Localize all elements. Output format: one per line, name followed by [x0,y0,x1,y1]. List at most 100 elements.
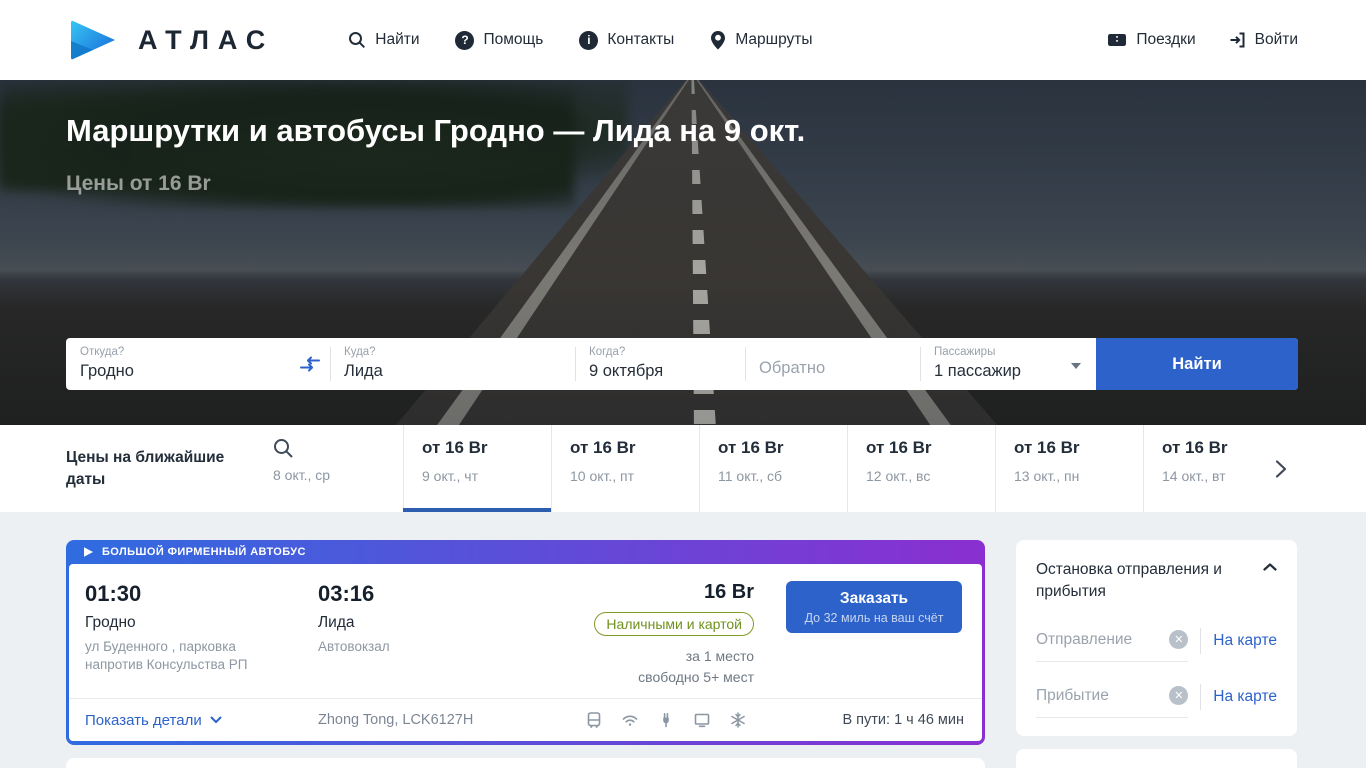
tab-date: 12 окт., вс [866,468,931,484]
date-tab-oct8[interactable]: 8 окт., ср [255,425,403,512]
nav-label: Найти [375,31,420,48]
tab-date: 13 окт., пн [1014,468,1080,484]
help-icon: ? [455,30,475,50]
trip-card: БОЛЬШОЙ ФИРМЕННЫЙ АВТОБУС 01:30 Гродно у… [66,540,985,745]
date-price-strip: Цены на ближайшие даты 8 окт., ср от 16 … [0,425,1366,512]
nav-label: Маршруты [735,31,813,48]
from-field[interactable]: Откуда? Гродно [66,338,330,390]
per-seat-note: за 1 место [685,648,754,664]
bus-icon [585,711,603,729]
departure-stop: ул Буденного , парковка напротив Консуль… [85,639,248,673]
tab-price: от 16 Br [1162,438,1228,457]
departure-time: 01:30 [85,581,142,606]
tab-date: 9 окт., чт [422,468,478,484]
to-label: Куда? [344,346,376,358]
search-icon [348,31,366,49]
play-icon [82,546,94,558]
ticket-icon [1107,32,1127,48]
date-tab-oct13[interactable]: от 16 Br 13 окт., пн [995,425,1143,512]
chevron-up-icon[interactable] [1263,559,1277,571]
nav-item-help[interactable]: ? Помощь [455,30,544,50]
date-strip-label: Цены на ближайшие даты [66,448,225,488]
clear-arrival-icon[interactable]: ✕ [1169,686,1189,706]
to-value: Лида [344,362,383,380]
stops-filter-title: Остановка отправления и прибытия [1036,561,1222,600]
main-nav: Найти ? Помощь i Контакты Маршруты [348,30,813,50]
return-date-field[interactable]: Обратно [745,338,920,390]
departure-stop-row: Отправление ✕ На карте [1036,628,1277,664]
order-button[interactable]: Заказать До 32 миль на ваш счёт [786,581,962,633]
date-field[interactable]: Когда? 9 октября [575,338,745,390]
divider [1200,628,1202,655]
departure-stop-input[interactable]: Отправление ✕ [1036,630,1189,663]
departure-city: Гродно [85,614,136,631]
date-tabs: 8 окт., ср от 16 Br 9 окт., чт от 16 Br … [255,425,1291,512]
map-pin-icon [710,30,726,50]
tab-price: от 16 Br [866,438,932,457]
order-button-label: Заказать [839,589,909,607]
nav-item-search[interactable]: Найти [348,31,419,49]
to-field[interactable]: Куда? Лида [330,338,575,390]
search-icon [273,438,403,459]
hero-section: Маршрутки и автобусы Гродно — Лида на 9 … [0,80,1366,425]
date-tab-oct12[interactable]: от 16 Br 12 окт., вс [847,425,995,512]
trip-card-body: 01:30 Гродно ул Буденного , парковка нап… [69,564,982,741]
arrival-stop-row: Прибытие ✕ На карте [1036,684,1277,720]
top-navbar: АТЛАС Найти ? Помощь i Контакты Маршруты… [0,0,1366,80]
trip-duration: В пути: 1 ч 46 мин [842,712,964,728]
passengers-field[interactable]: Пассажиры 1 пассажир [920,338,1096,390]
date-tab-oct14[interactable]: от 16 Br 14 окт., вт [1143,425,1291,512]
nav-label: Поездки [1136,31,1196,48]
from-value: Гродно [80,362,134,380]
nav-item-contacts[interactable]: i Контакты [579,30,675,50]
search-submit-button[interactable]: Найти [1096,338,1298,390]
show-details-link[interactable]: Показать детали [85,712,318,729]
nav-label: Контакты [607,31,675,48]
nav-label: Войти [1254,31,1298,48]
date-tab-oct9-selected[interactable]: от 16 Br 9 окт., чт [403,425,551,512]
vehicle-info: Zhong Tong, LCK6127H [318,712,474,728]
stops-filter-card: Остановка отправления и прибытия Отправл… [1016,540,1297,737]
order-button-subtext: До 32 миль на ваш счёт [804,610,944,625]
amenities [585,711,747,729]
date-value: 9 октября [589,362,664,380]
payment-methods-badge: Наличными и картой [594,612,754,636]
arrival-stop-placeholder: Прибытие [1036,686,1109,704]
trip-card-badge: БОЛЬШОЙ ФИРМЕННЫЙ АВТОБУС [102,546,306,558]
search-form: Откуда? Гродно Куда? Лида Когда? 9 октяб… [66,338,1298,390]
departure-stop-placeholder: Отправление [1036,630,1133,648]
arrival-stop-input[interactable]: Прибытие ✕ [1036,686,1189,719]
nav-item-login[interactable]: Войти [1228,31,1298,49]
nav-label: Помощь [483,31,544,48]
tab-price: от 16 Br [422,438,488,457]
atlas-logo[interactable]: АТЛАС [66,17,274,63]
logo-wordmark: АТЛАС [138,24,275,55]
tab-price: от 16 Br [1014,438,1080,457]
hero-copy: Маршрутки и автобусы Гродно — Лида на 9 … [0,80,1366,196]
arrival-on-map-link[interactable]: На карте [1213,688,1277,716]
tab-date: 11 окт., сб [718,468,783,484]
time-filter-card: Время отправления [1016,749,1297,768]
tab-date: 14 окт., вт [1162,468,1226,484]
swap-directions-icon[interactable] [298,356,322,373]
tab-date: 10 окт., пт [570,468,635,484]
departure-on-map-link[interactable]: На карте [1213,632,1277,660]
date-tab-oct10[interactable]: от 16 Br 10 окт., пт [551,425,699,512]
tab-date: 8 окт., ср [273,467,331,483]
trip-card-brand-header: БОЛЬШОЙ ФИРМЕННЫЙ АВТОБУС [69,540,982,564]
chevron-right-icon[interactable] [1274,459,1288,479]
chevron-down-icon [210,716,222,724]
clear-departure-icon[interactable]: ✕ [1169,630,1189,650]
date-label: Когда? [589,346,626,358]
filters-sidebar: Остановка отправления и прибытия Отправл… [1016,540,1297,768]
details-label: Показать детали [85,711,202,729]
tab-price: от 16 Br [718,438,784,457]
stops-filter-header: Остановка отправления и прибытия [1036,559,1277,602]
divider [1200,684,1202,711]
nav-item-routes[interactable]: Маршруты [710,30,813,50]
nav-item-trips[interactable]: Поездки [1107,31,1196,49]
nav-right: Поездки Войти [1107,31,1298,49]
tab-price: от 16 Br [570,438,636,457]
date-tab-oct11[interactable]: от 16 Br 11 окт., сб [699,425,847,512]
login-icon [1228,31,1246,49]
